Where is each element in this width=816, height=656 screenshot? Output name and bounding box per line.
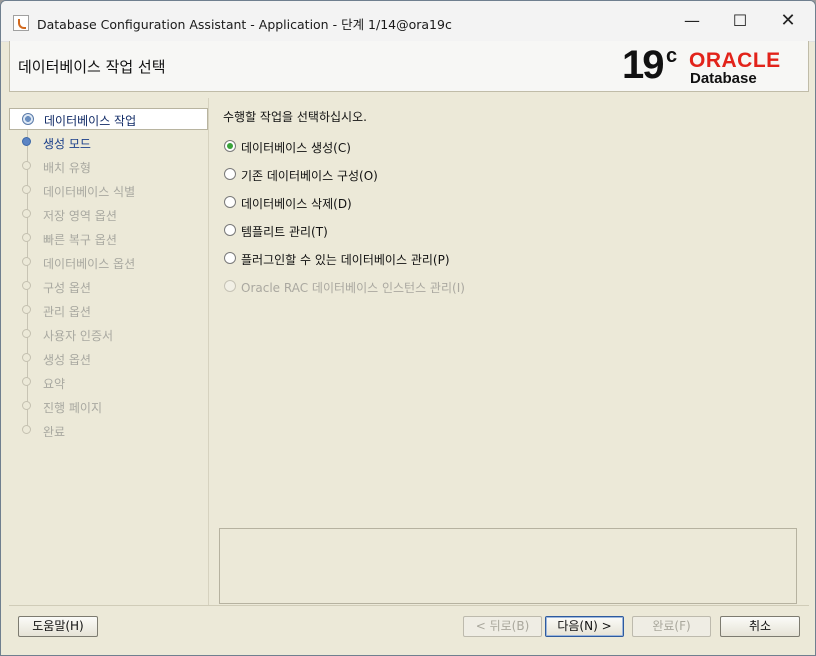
step-pending-icon <box>22 281 31 290</box>
back-button: < 뒤로(B) <box>463 616 542 637</box>
radio-label[interactable]: 플러그인할 수 있는 데이터베이스 관리(P) <box>241 251 450 268</box>
page-header: 데이터베이스 작업 선택 19 c ORACLE Database <box>9 41 809 92</box>
radio-label[interactable]: 데이터베이스 생성(C) <box>241 139 351 156</box>
content-panel: 수행할 작업을 선택하십시오. 데이터베이스 생성(C) 기존 데이터베이스 구… <box>212 98 809 605</box>
step-pending-icon <box>22 233 31 242</box>
logo-version: 19 <box>622 43 664 87</box>
step-next-icon <box>22 137 31 146</box>
radio-button[interactable] <box>224 224 236 236</box>
step-label: 저장 영역 옵션 <box>43 209 117 223</box>
step-pending-icon <box>22 353 31 362</box>
radio-label: Oracle RAC 데이터베이스 인스턴스 관리(I) <box>241 281 465 295</box>
footer-divider <box>9 605 809 606</box>
step-label: 배치 유형 <box>43 161 91 175</box>
close-button[interactable]: ✕ <box>765 5 811 37</box>
step-pending-icon <box>22 185 31 194</box>
step-label: 데이터베이스 작업 <box>44 114 137 128</box>
step-label: 생성 옵션 <box>43 353 91 367</box>
step-item-creation-option: 생성 옵션 <box>9 348 208 370</box>
step-item-deployment-type: 배치 유형 <box>9 156 208 178</box>
java-app-icon <box>13 15 29 31</box>
step-item-creation-mode[interactable]: 생성 모드 <box>9 132 208 154</box>
step-pending-icon <box>22 401 31 410</box>
cancel-button[interactable]: 취소 <box>720 616 800 637</box>
step-pending-icon <box>22 329 31 338</box>
radio-button-checked[interactable] <box>224 140 236 152</box>
finish-button: 완료(F) <box>632 616 711 637</box>
radio-button[interactable] <box>224 168 236 180</box>
step-navigation: 데이터베이스 작업 생성 모드 배치 유형 데이터베이스 식별 저장 영역 옵션… <box>9 98 209 605</box>
dbca-window: Database Configuration Assistant - Appli… <box>0 0 816 656</box>
step-label: 데이터베이스 식별 <box>43 185 136 199</box>
step-label: 관리 옵션 <box>43 305 91 319</box>
step-label: 요약 <box>43 377 66 391</box>
radio-button[interactable] <box>224 252 236 264</box>
step-pending-icon <box>22 209 31 218</box>
maximize-button[interactable]: ☐ <box>717 5 763 37</box>
step-label: 구성 옵션 <box>43 281 91 295</box>
step-label: 사용자 인증서 <box>43 329 114 343</box>
step-item-database-operation[interactable]: 데이터베이스 작업 <box>9 108 208 130</box>
radio-button-disabled <box>224 280 236 292</box>
step-pending-icon <box>22 161 31 170</box>
radio-label[interactable]: 템플리트 관리(T) <box>241 223 328 240</box>
step-item-database-options: 데이터베이스 옵션 <box>9 252 208 274</box>
step-item-progress-page: 진행 페이지 <box>9 396 208 418</box>
step-label: 생성 모드 <box>43 137 91 151</box>
logo-product: Database <box>690 70 757 87</box>
next-button[interactable]: 다음(N) > <box>545 616 624 637</box>
help-button[interactable]: 도움말(H) <box>18 616 98 637</box>
step-item-finish: 완료 <box>9 420 208 442</box>
step-current-icon <box>22 113 34 125</box>
details-message-area <box>219 528 797 604</box>
step-pending-icon <box>22 305 31 314</box>
operation-prompt: 수행할 작업을 선택하십시오. <box>223 110 367 124</box>
step-pending-icon <box>22 425 31 434</box>
radio-label[interactable]: 기존 데이터베이스 구성(O) <box>241 167 378 184</box>
step-label: 데이터베이스 옵션 <box>43 257 136 271</box>
step-item-database-identification: 데이터베이스 식별 <box>9 180 208 202</box>
page-title: 데이터베이스 작업 선택 <box>18 58 166 76</box>
title-bar[interactable]: Database Configuration Assistant - Appli… <box>1 1 815 42</box>
step-item-configuration-options: 구성 옵션 <box>9 276 208 298</box>
logo-version-suffix: c <box>666 45 678 67</box>
window-title: Database Configuration Assistant - Appli… <box>37 17 452 32</box>
step-pending-icon <box>22 257 31 266</box>
step-item-summary: 요약 <box>9 372 208 394</box>
step-item-fast-recovery-option: 빠른 복구 옵션 <box>9 228 208 250</box>
step-label: 빠른 복구 옵션 <box>43 233 117 247</box>
step-item-storage-option: 저장 영역 옵션 <box>9 204 208 226</box>
radio-button[interactable] <box>224 196 236 208</box>
step-item-management-options: 관리 옵션 <box>9 300 208 322</box>
radio-label[interactable]: 데이터베이스 삭제(D) <box>241 195 352 212</box>
step-label: 완료 <box>43 425 66 439</box>
step-pending-icon <box>22 377 31 386</box>
minimize-button[interactable]: — <box>669 5 715 37</box>
step-label: 진행 페이지 <box>43 401 103 415</box>
step-item-user-credentials: 사용자 인증서 <box>9 324 208 346</box>
